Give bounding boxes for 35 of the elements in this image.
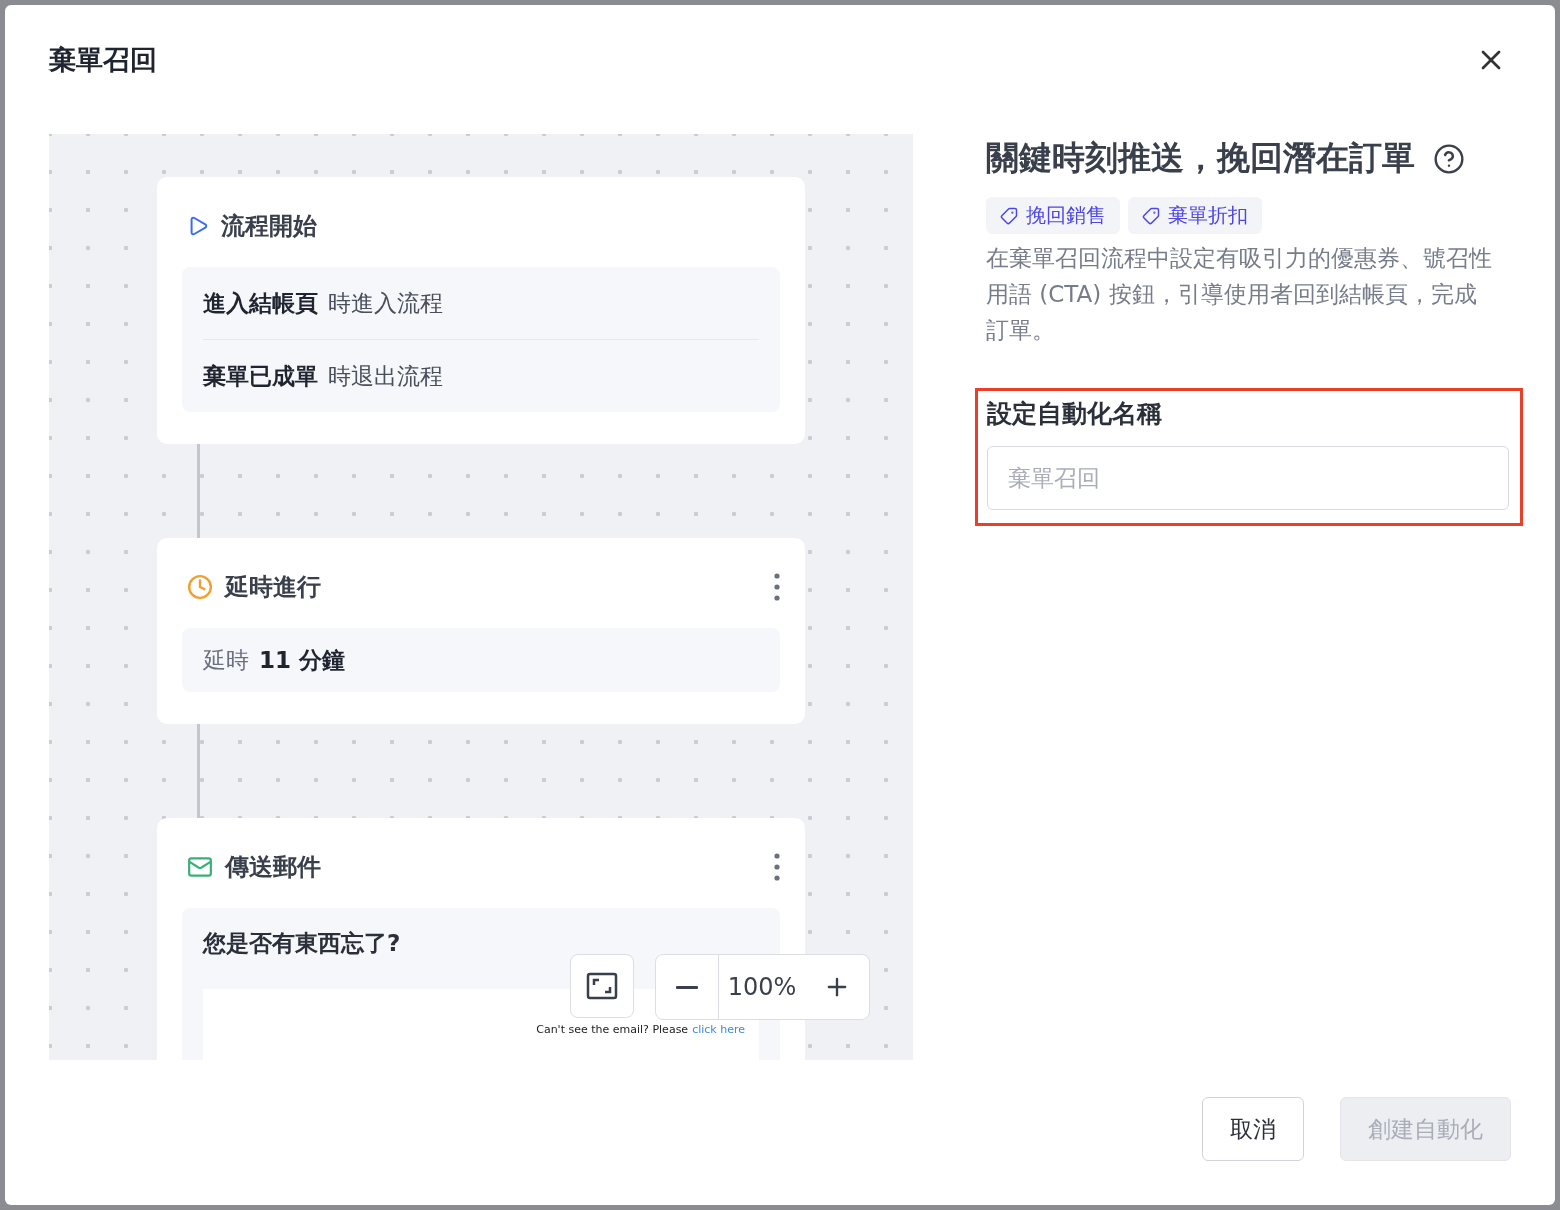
field-label: 設定自動化名稱: [987, 398, 1163, 430]
more-vertical-icon: [774, 853, 780, 881]
more-icon[interactable]: [774, 853, 780, 881]
flow-step-card[interactable]: 延時進行 延時 11 分鐘: [157, 538, 805, 724]
minus-icon: [676, 985, 698, 989]
tag-icon: [1000, 206, 1018, 225]
step-title: 流程開始: [221, 211, 318, 242]
clock-icon: [187, 574, 213, 600]
condition-event: 棄單已成單: [203, 361, 318, 391]
preview-note: Can't see the email? Please: [536, 1023, 689, 1038]
fit-screen-button[interactable]: [570, 954, 634, 1018]
preview-link[interactable]: click here: [692, 1023, 745, 1060]
flow-step-card[interactable]: 流程開始 進入結帳頁 時進入流程 棄單已成單 時退出流程: [157, 177, 805, 444]
delay-value: 11 分鐘: [259, 645, 345, 675]
more-icon[interactable]: [774, 573, 780, 601]
condition-text: 時退出流程: [328, 361, 443, 391]
delay-label: 延時: [203, 645, 249, 675]
condition-text: 時進入流程: [328, 288, 443, 318]
fit-screen-icon: [586, 972, 618, 1000]
zoom-level: 100%: [718, 955, 805, 1019]
cancel-button[interactable]: 取消: [1202, 1097, 1304, 1161]
info-description: 在棄單召回流程中設定有吸引力的優惠券、號召性用語 (CTA) 按鈕，引導使用者回到結帳頁，完成訂單。: [986, 244, 1493, 345]
dialog-title: 棄單召回: [49, 43, 157, 77]
tag-label: 棄單折扣: [1168, 202, 1248, 229]
email-subject: 您是否有東西忘了?: [203, 929, 401, 958]
info-heading: 關鍵時刻推送，挽回潛在訂單: [986, 137, 1415, 179]
name-input-field[interactable]: 棄單召回: [987, 446, 1509, 510]
condition-event: 進入結帳頁: [203, 288, 318, 318]
tag-label: 挽回銷售: [1026, 202, 1106, 229]
help-icon[interactable]: [1433, 142, 1465, 175]
mail-icon: [187, 854, 213, 880]
tag-icon: [1142, 206, 1160, 225]
step-title: 延時進行: [225, 572, 322, 603]
more-vertical-icon: [774, 573, 780, 601]
step-title: 傳送郵件: [225, 852, 322, 883]
